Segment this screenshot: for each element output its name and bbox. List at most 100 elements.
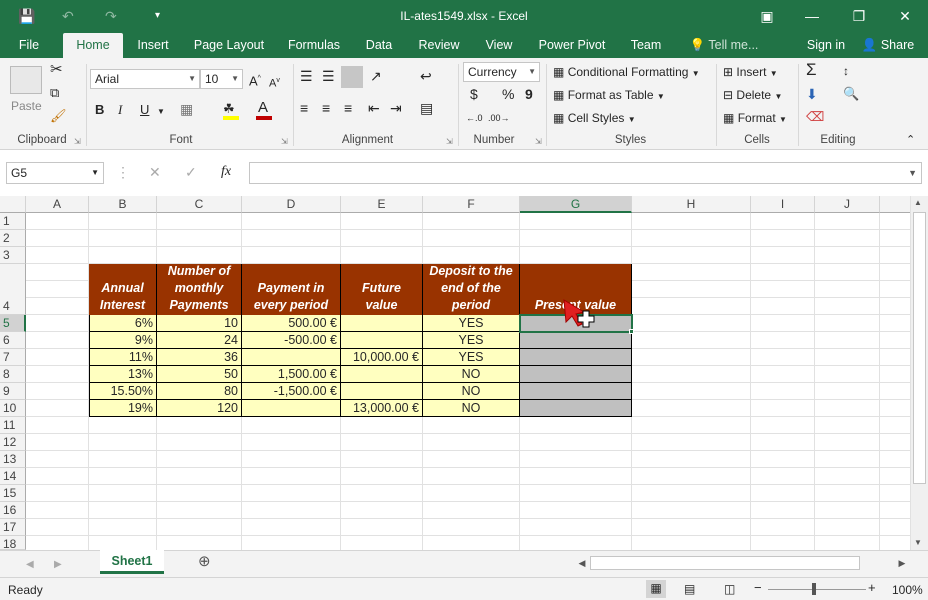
row-header-16[interactable]: 16 <box>0 502 26 519</box>
row-header-4[interactable]: 4 <box>0 264 26 315</box>
vertical-scroll-thumb[interactable] <box>913 212 926 484</box>
tab-team[interactable]: Team <box>623 33 669 58</box>
scroll-left-icon[interactable]: ◀ <box>574 555 590 571</box>
align-middle-icon[interactable]: ☰ <box>322 68 335 84</box>
row-header-1[interactable]: 1 <box>0 213 26 230</box>
tab-home[interactable]: Home <box>63 33 123 58</box>
number-format-combo[interactable]: Currency ▼ <box>463 62 540 82</box>
column-header-a[interactable]: A <box>26 196 89 213</box>
column-header-c[interactable]: C <box>157 196 242 213</box>
font-name-combo[interactable]: Arial ▼ <box>90 69 200 89</box>
row-header-7[interactable]: 7 <box>0 349 26 366</box>
tab-formulas[interactable]: Formulas <box>281 33 347 58</box>
cell-e9[interactable] <box>341 383 423 400</box>
sheet-tab-sheet1[interactable]: Sheet1 <box>100 550 164 574</box>
restore-button[interactable]: ❐ <box>844 4 874 28</box>
align-center-icon[interactable]: ≡ <box>322 100 330 116</box>
column-header-i[interactable]: I <box>751 196 815 213</box>
fill-color-icon[interactable]: ☘ <box>223 101 235 117</box>
percent-style-icon[interactable]: % <box>502 86 514 102</box>
tab-page-layout[interactable]: Page Layout <box>188 33 270 58</box>
paste-button[interactable]: Paste <box>11 98 42 114</box>
header-annual-interest[interactable]: Annual Interest <box>89 264 157 315</box>
increase-indent-icon[interactable]: ⇥ <box>390 100 402 116</box>
header-deposit-end-period[interactable]: Deposit to the end of the period <box>423 264 520 315</box>
cell-e10[interactable]: 13,000.00 € <box>341 400 423 417</box>
row-header-10[interactable]: 10 <box>0 400 26 417</box>
cell-b6[interactable]: 9% <box>89 332 157 349</box>
underline-button[interactable]: U <box>140 102 149 118</box>
cell-b9[interactable]: 15.50% <box>89 383 157 400</box>
sort-filter-icon[interactable]: ↕ <box>843 63 849 79</box>
row-header-17[interactable]: 17 <box>0 519 26 536</box>
formula-input[interactable]: ▼ <box>249 162 922 184</box>
tell-me-search[interactable]: 💡 Tell me... <box>688 33 760 58</box>
header-future-value[interactable]: Future value <box>341 264 423 315</box>
cell-g6[interactable] <box>520 332 632 349</box>
name-box[interactable]: G5 ▼ <box>6 162 104 184</box>
row-header-14[interactable]: 14 <box>0 468 26 485</box>
cell-b7[interactable]: 11% <box>89 349 157 366</box>
cell-b10[interactable]: 19% <box>89 400 157 417</box>
cell-b8[interactable]: 13% <box>89 366 157 383</box>
select-all-corner[interactable] <box>0 196 26 213</box>
cell-d8[interactable]: 1,500.00 € <box>242 366 341 383</box>
column-header-e[interactable]: E <box>341 196 423 213</box>
insert-cells-button[interactable]: ⊞ Insert ▼ <box>723 64 778 82</box>
cell-f7[interactable]: YES <box>423 349 520 366</box>
cell-c10[interactable]: 120 <box>157 400 242 417</box>
comma-style-icon[interactable]: 9 <box>525 86 533 102</box>
cut-icon[interactable]: ✂ <box>50 62 63 78</box>
cell-d10[interactable] <box>242 400 341 417</box>
row-header-11[interactable]: 11 <box>0 417 26 434</box>
cell-e8[interactable] <box>341 366 423 383</box>
tab-file[interactable]: File <box>8 33 50 58</box>
ribbon-display-icon[interactable]: ▣ <box>752 4 782 28</box>
insert-function-icon[interactable]: fx <box>221 164 231 180</box>
align-top-icon[interactable]: ☰ <box>300 68 313 84</box>
cell-d5[interactable]: 500.00 € <box>242 315 341 332</box>
format-painter-icon[interactable]: 🖌 <box>50 108 67 124</box>
cell-e5[interactable] <box>341 315 423 332</box>
normal-view-icon[interactable]: ▦ <box>646 580 666 598</box>
wrap-text-icon[interactable]: ↩ <box>420 68 432 84</box>
orientation-icon[interactable]: ↗ <box>370 68 382 84</box>
cell-e6[interactable] <box>341 332 423 349</box>
chevron-down-icon[interactable]: ▼ <box>157 104 165 120</box>
header-payment-every-period[interactable]: Payment in every period <box>242 264 341 315</box>
format-cells-button[interactable]: ▦ Format ▼ <box>723 110 787 128</box>
next-sheet-icon[interactable]: ▶ <box>54 557 62 573</box>
page-break-view-icon[interactable]: ◫ <box>724 581 735 597</box>
autosum-icon[interactable]: Σ <box>806 61 817 78</box>
cell-e7[interactable]: 10,000.00 € <box>341 349 423 366</box>
cell-g7[interactable] <box>520 349 632 366</box>
cell-f6[interactable]: YES <box>423 332 520 349</box>
vertical-scrollbar[interactable]: ▲ ▼ <box>910 196 928 550</box>
page-layout-view-icon[interactable]: ▤ <box>684 581 695 597</box>
sign-in-link[interactable]: Sign in <box>800 33 852 58</box>
font-color-icon[interactable]: A <box>258 100 268 116</box>
find-select-icon[interactable]: 🔍 <box>843 86 859 102</box>
cell-f5[interactable]: YES <box>423 315 520 332</box>
decrease-decimal-icon[interactable]: .00→ <box>488 110 510 126</box>
add-sheet-icon[interactable]: ⊕ <box>198 554 211 570</box>
row-header-8[interactable]: 8 <box>0 366 26 383</box>
row-header-13[interactable]: 13 <box>0 451 26 468</box>
column-header-f[interactable]: F <box>423 196 520 213</box>
zoom-slider[interactable] <box>768 589 866 590</box>
cell-g8[interactable] <box>520 366 632 383</box>
collapse-ribbon-icon[interactable]: ⌃ <box>906 132 915 148</box>
clipboard-icon[interactable] <box>10 66 42 94</box>
font-size-combo[interactable]: 10 ▼ <box>200 69 243 89</box>
horizontal-scroll-thumb[interactable] <box>590 556 860 570</box>
cell-f10[interactable]: NO <box>423 400 520 417</box>
cell-f8[interactable]: NO <box>423 366 520 383</box>
decrease-indent-icon[interactable]: ⇤ <box>368 100 380 116</box>
enter-icon[interactable]: ✓ <box>185 164 197 180</box>
scroll-up-icon[interactable]: ▲ <box>914 198 922 207</box>
clear-icon[interactable]: ⌫ <box>806 109 824 125</box>
delete-cells-button[interactable]: ⊟ Delete ▼ <box>723 87 782 105</box>
cell-c7[interactable]: 36 <box>157 349 242 366</box>
cancel-icon[interactable]: ✕ <box>149 164 161 180</box>
alignment-launcher-icon[interactable]: ⇲ <box>446 137 453 146</box>
